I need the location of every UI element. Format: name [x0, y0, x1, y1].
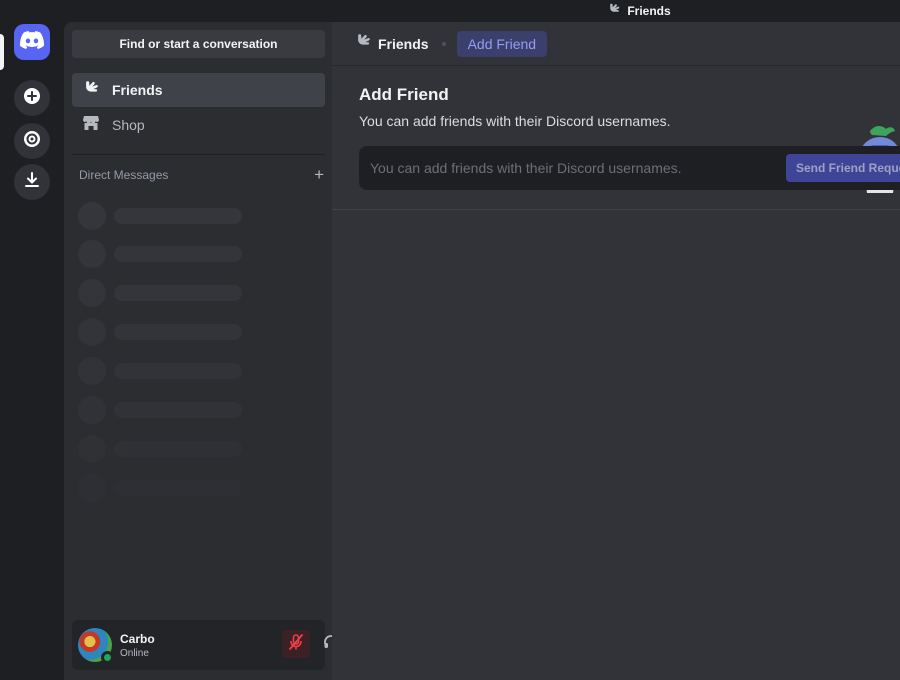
placeholder-bar: [114, 480, 242, 496]
add-friend-subtitle: You can add friends with their Discord u…: [359, 113, 671, 129]
add-friend-title: Add Friend: [359, 85, 449, 104]
placeholder-avatar: [78, 318, 106, 346]
mute-button[interactable]: [282, 630, 310, 658]
friends-header: Friends Add Friend: [332, 22, 900, 66]
placeholder-avatar: [78, 240, 106, 268]
dm-placeholder: [78, 318, 248, 346]
dm-placeholder: [78, 240, 248, 268]
placeholder-bar: [114, 324, 242, 340]
microphone-muted-icon: [287, 633, 305, 656]
download-apps-button[interactable]: [14, 164, 50, 200]
sidebar-item-friends[interactable]: Friends: [72, 73, 325, 107]
title-bar-content: Friends: [607, 2, 671, 21]
placeholder-bar: [114, 285, 242, 301]
friends-wave-icon: [354, 32, 372, 55]
placeholder-bar: [114, 363, 242, 379]
sidebar-item-shop[interactable]: Shop: [72, 108, 325, 142]
placeholder-avatar: [78, 396, 106, 424]
add-friend-section: Add Friend You can add friends with thei…: [332, 67, 900, 210]
dm-placeholder: [78, 474, 248, 502]
user-info[interactable]: Carbo Online: [120, 632, 155, 659]
divider: [72, 154, 325, 155]
title-bar: Friends: [0, 0, 900, 22]
dm-placeholder: [78, 435, 248, 463]
download-icon: [23, 171, 41, 194]
user-panel: Carbo Online: [72, 620, 375, 670]
friends-wave-icon: [607, 2, 621, 21]
username: Carbo: [120, 631, 155, 646]
create-dm-button[interactable]: +: [314, 166, 324, 183]
direct-messages-header: Direct Messages +: [79, 166, 324, 183]
placeholder-bar: [114, 246, 242, 262]
sidebar-item-label: Friends: [112, 82, 163, 98]
placeholder-bar: [114, 402, 242, 418]
find-conversation-button[interactable]: Find or start a conversation: [72, 30, 325, 58]
placeholder-avatar: [78, 202, 106, 230]
dm-placeholder: [78, 396, 248, 424]
sidebar-item-label: Shop: [112, 117, 145, 133]
selected-indicator: [0, 34, 4, 70]
add-server-button[interactable]: [14, 80, 50, 116]
avatar[interactable]: [78, 628, 114, 664]
shop-icon: [82, 114, 100, 137]
page-title: Friends: [378, 35, 429, 52]
dm-sidebar: Find or start a conversation Friends Sho…: [64, 22, 375, 680]
main-content: Friends Add Friend Add Friend You can ad…: [332, 22, 900, 680]
placeholder-avatar: [78, 357, 106, 385]
placeholder-avatar: [78, 279, 106, 307]
explore-button[interactable]: [14, 123, 50, 159]
plus-circle-icon: [23, 87, 41, 110]
user-status: Online: [120, 647, 149, 659]
placeholder-avatar: [78, 435, 106, 463]
window-title: Friends: [627, 4, 671, 18]
dm-placeholder: [78, 279, 248, 307]
add-friend-input-container: Send Friend Request: [359, 146, 900, 190]
friends-wave-icon: [82, 79, 100, 102]
placeholder-avatar: [78, 474, 106, 502]
placeholder-bar: [114, 208, 242, 224]
placeholder-bar: [114, 441, 242, 457]
server-rail: [0, 22, 64, 680]
direct-messages-label: Direct Messages: [79, 168, 169, 182]
status-indicator: [101, 651, 114, 664]
tab-add-friend[interactable]: Add Friend: [456, 30, 548, 57]
dm-placeholder: [78, 202, 248, 230]
username-input[interactable]: [370, 160, 770, 176]
send-friend-request-button[interactable]: Send Friend Request: [786, 154, 900, 182]
home-button[interactable]: [14, 24, 50, 60]
header-divider-dot: [441, 41, 446, 46]
discord-logo-icon: [20, 30, 45, 54]
dm-placeholder: [78, 357, 248, 385]
compass-icon: [23, 130, 41, 153]
